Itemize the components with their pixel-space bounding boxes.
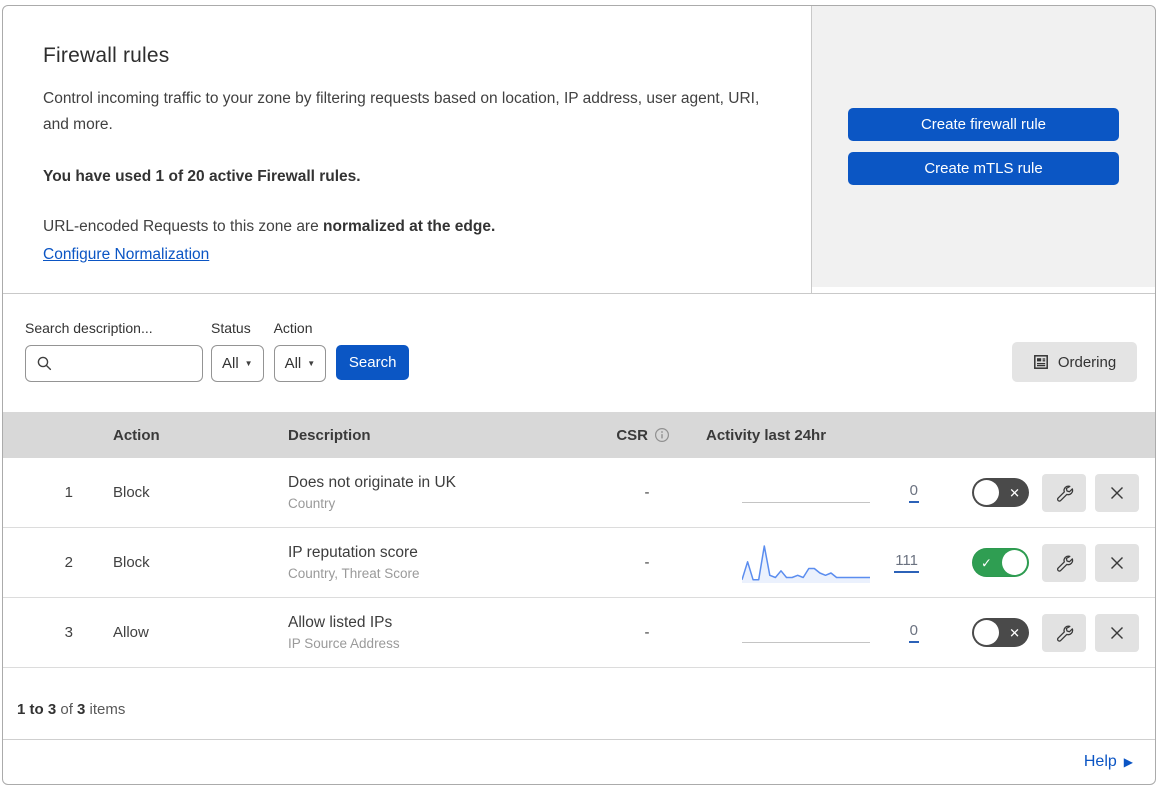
status-select[interactable]: All ▼ <box>211 345 264 382</box>
status-value: All <box>222 355 239 372</box>
rule-enabled-toggle[interactable]: ✕ <box>972 478 1029 507</box>
close-icon <box>1108 624 1126 642</box>
search-button[interactable]: Search <box>336 345 410 380</box>
table-row: 3 Allow Allow listed IPs IP Source Address -… <box>3 598 1155 668</box>
wrench-icon <box>1054 623 1074 643</box>
search-group: Search description... <box>25 320 203 382</box>
rule-action: Allow <box>113 624 149 641</box>
toggle-knob <box>1002 550 1027 575</box>
ordering-button[interactable]: Ordering <box>1012 342 1137 382</box>
status-group: Status All ▼ <box>211 320 264 382</box>
ordering-list-icon <box>1033 354 1049 370</box>
usage-summary: You have used 1 of 20 active Firewall ru… <box>43 168 361 185</box>
header-csr-label: CSR <box>616 426 648 444</box>
activity-sparkline <box>741 541 870 585</box>
edit-rule-button[interactable] <box>1042 613 1086 652</box>
rule-fields: Country, Threat Score <box>288 566 420 581</box>
rule-enabled-toggle[interactable]: ✕ <box>972 618 1029 647</box>
help-bar: Help ▶ <box>3 740 1155 784</box>
x-icon: ✕ <box>1009 485 1020 500</box>
toggle-knob <box>974 480 999 505</box>
rule-fields: Country <box>288 496 336 511</box>
help-label: Help <box>1083 753 1117 770</box>
rule-description-cell: Does not originate in UK Country <box>258 474 592 511</box>
normalization-note: URL-encoded Requests to this zone are no… <box>43 214 771 240</box>
search-input[interactable] <box>61 355 191 372</box>
rule-csr-value: - <box>644 554 650 571</box>
create-mtls-rule-button[interactable]: Create mTLS rule <box>848 152 1119 185</box>
page-title: Firewall rules <box>43 44 170 67</box>
firewall-rules-card: Firewall rules Control incoming traffic … <box>2 5 1156 785</box>
delete-rule-button[interactable] <box>1095 473 1139 512</box>
intro-panel: Firewall rules Control incoming traffic … <box>3 6 812 293</box>
close-icon <box>1108 554 1126 572</box>
rule-activity-cell: 111 <box>702 541 972 585</box>
rule-fields: IP Source Address <box>288 636 400 651</box>
rule-activity-cell: 0 <box>702 611 972 655</box>
search-label: Search description... <box>25 320 153 336</box>
activity-count-link[interactable]: 0 <box>908 482 919 503</box>
activity-sparkline-empty <box>742 471 870 515</box>
table-row: 1 Block Does not originate in UK Country - 0 ✕ <box>3 458 1155 528</box>
action-select[interactable]: All ▼ <box>273 345 327 382</box>
table-row: 2 Block IP reputation score Country, Threat… <box>3 528 1155 598</box>
check-icon: ✓ <box>981 555 992 570</box>
activity-count-link[interactable]: 0 <box>908 622 919 643</box>
rule-enabled-toggle[interactable]: ✓ <box>972 548 1029 577</box>
filter-bar: Search description... Status All ▼ Action… <box>3 294 1155 412</box>
configure-normalization-link[interactable]: Configure Normalization <box>43 246 209 263</box>
delete-rule-button[interactable] <box>1095 613 1139 652</box>
normalization-prefix: URL-encoded Requests to this zone are <box>43 218 324 235</box>
rule-action: Block <box>113 554 150 571</box>
rule-csr-value: - <box>644 624 650 641</box>
chevron-down-icon: ▼ <box>307 359 316 368</box>
search-icon <box>36 355 53 372</box>
toggle-knob <box>974 620 999 645</box>
rule-description: Does not originate in UK <box>288 474 457 491</box>
activity-count-link[interactable]: 111 <box>894 552 919 573</box>
edit-rule-button[interactable] <box>1042 473 1086 512</box>
rule-number: 3 <box>64 624 73 641</box>
rule-description-cell: IP reputation score Country, Threat Score <box>258 544 592 581</box>
header-activity: Activity last 24hr <box>706 426 827 444</box>
page-description: Control incoming traffic to your zone by… <box>43 90 760 133</box>
wrench-icon <box>1054 483 1074 503</box>
normalization-bold: normalized at the edge. <box>323 218 496 235</box>
help-link[interactable]: Help ▶ <box>1084 753 1133 771</box>
rule-description-cell: Allow listed IPs IP Source Address <box>258 614 592 651</box>
actions-panel: Create firewall rule Create mTLS rule <box>812 6 1155 287</box>
edit-rule-button[interactable] <box>1042 543 1086 582</box>
action-group: Action All ▼ <box>273 320 327 382</box>
table-body: 1 Block Does not originate in UK Country - 0 ✕… <box>3 458 1155 668</box>
close-icon <box>1108 484 1126 502</box>
arrow-right-icon: ▶ <box>1123 755 1133 769</box>
rule-csr-value: - <box>644 484 650 501</box>
rule-action: Block <box>113 484 150 501</box>
pagination-summary: 1 to 3 of 3 items <box>17 701 126 718</box>
rule-number: 1 <box>64 484 73 501</box>
table-header: Action Description CSR Activity last 24h… <box>3 412 1155 458</box>
delete-rule-button[interactable] <box>1095 543 1139 582</box>
action-label: Action <box>273 320 313 336</box>
create-firewall-rule-button[interactable]: Create firewall rule <box>848 108 1119 141</box>
header-action: Action <box>113 426 160 444</box>
table-footer: 1 to 3 of 3 items <box>3 668 1155 740</box>
x-icon: ✕ <box>1009 625 1020 640</box>
info-icon[interactable] <box>654 427 670 443</box>
header-description: Description <box>288 426 371 444</box>
rule-description: Allow listed IPs <box>288 614 393 631</box>
ordering-label: Ordering <box>1057 353 1117 371</box>
rule-number: 2 <box>64 554 73 571</box>
chevron-down-icon: ▼ <box>244 359 253 368</box>
wrench-icon <box>1054 553 1074 573</box>
rule-description: IP reputation score <box>288 544 418 561</box>
activity-sparkline-empty <box>742 611 870 655</box>
action-value: All <box>284 355 302 372</box>
header-csr: CSR <box>592 427 702 444</box>
search-box <box>25 345 203 382</box>
rule-activity-cell: 0 <box>702 471 972 515</box>
top-section: Firewall rules Control incoming traffic … <box>3 6 1155 294</box>
status-label: Status <box>211 320 251 336</box>
